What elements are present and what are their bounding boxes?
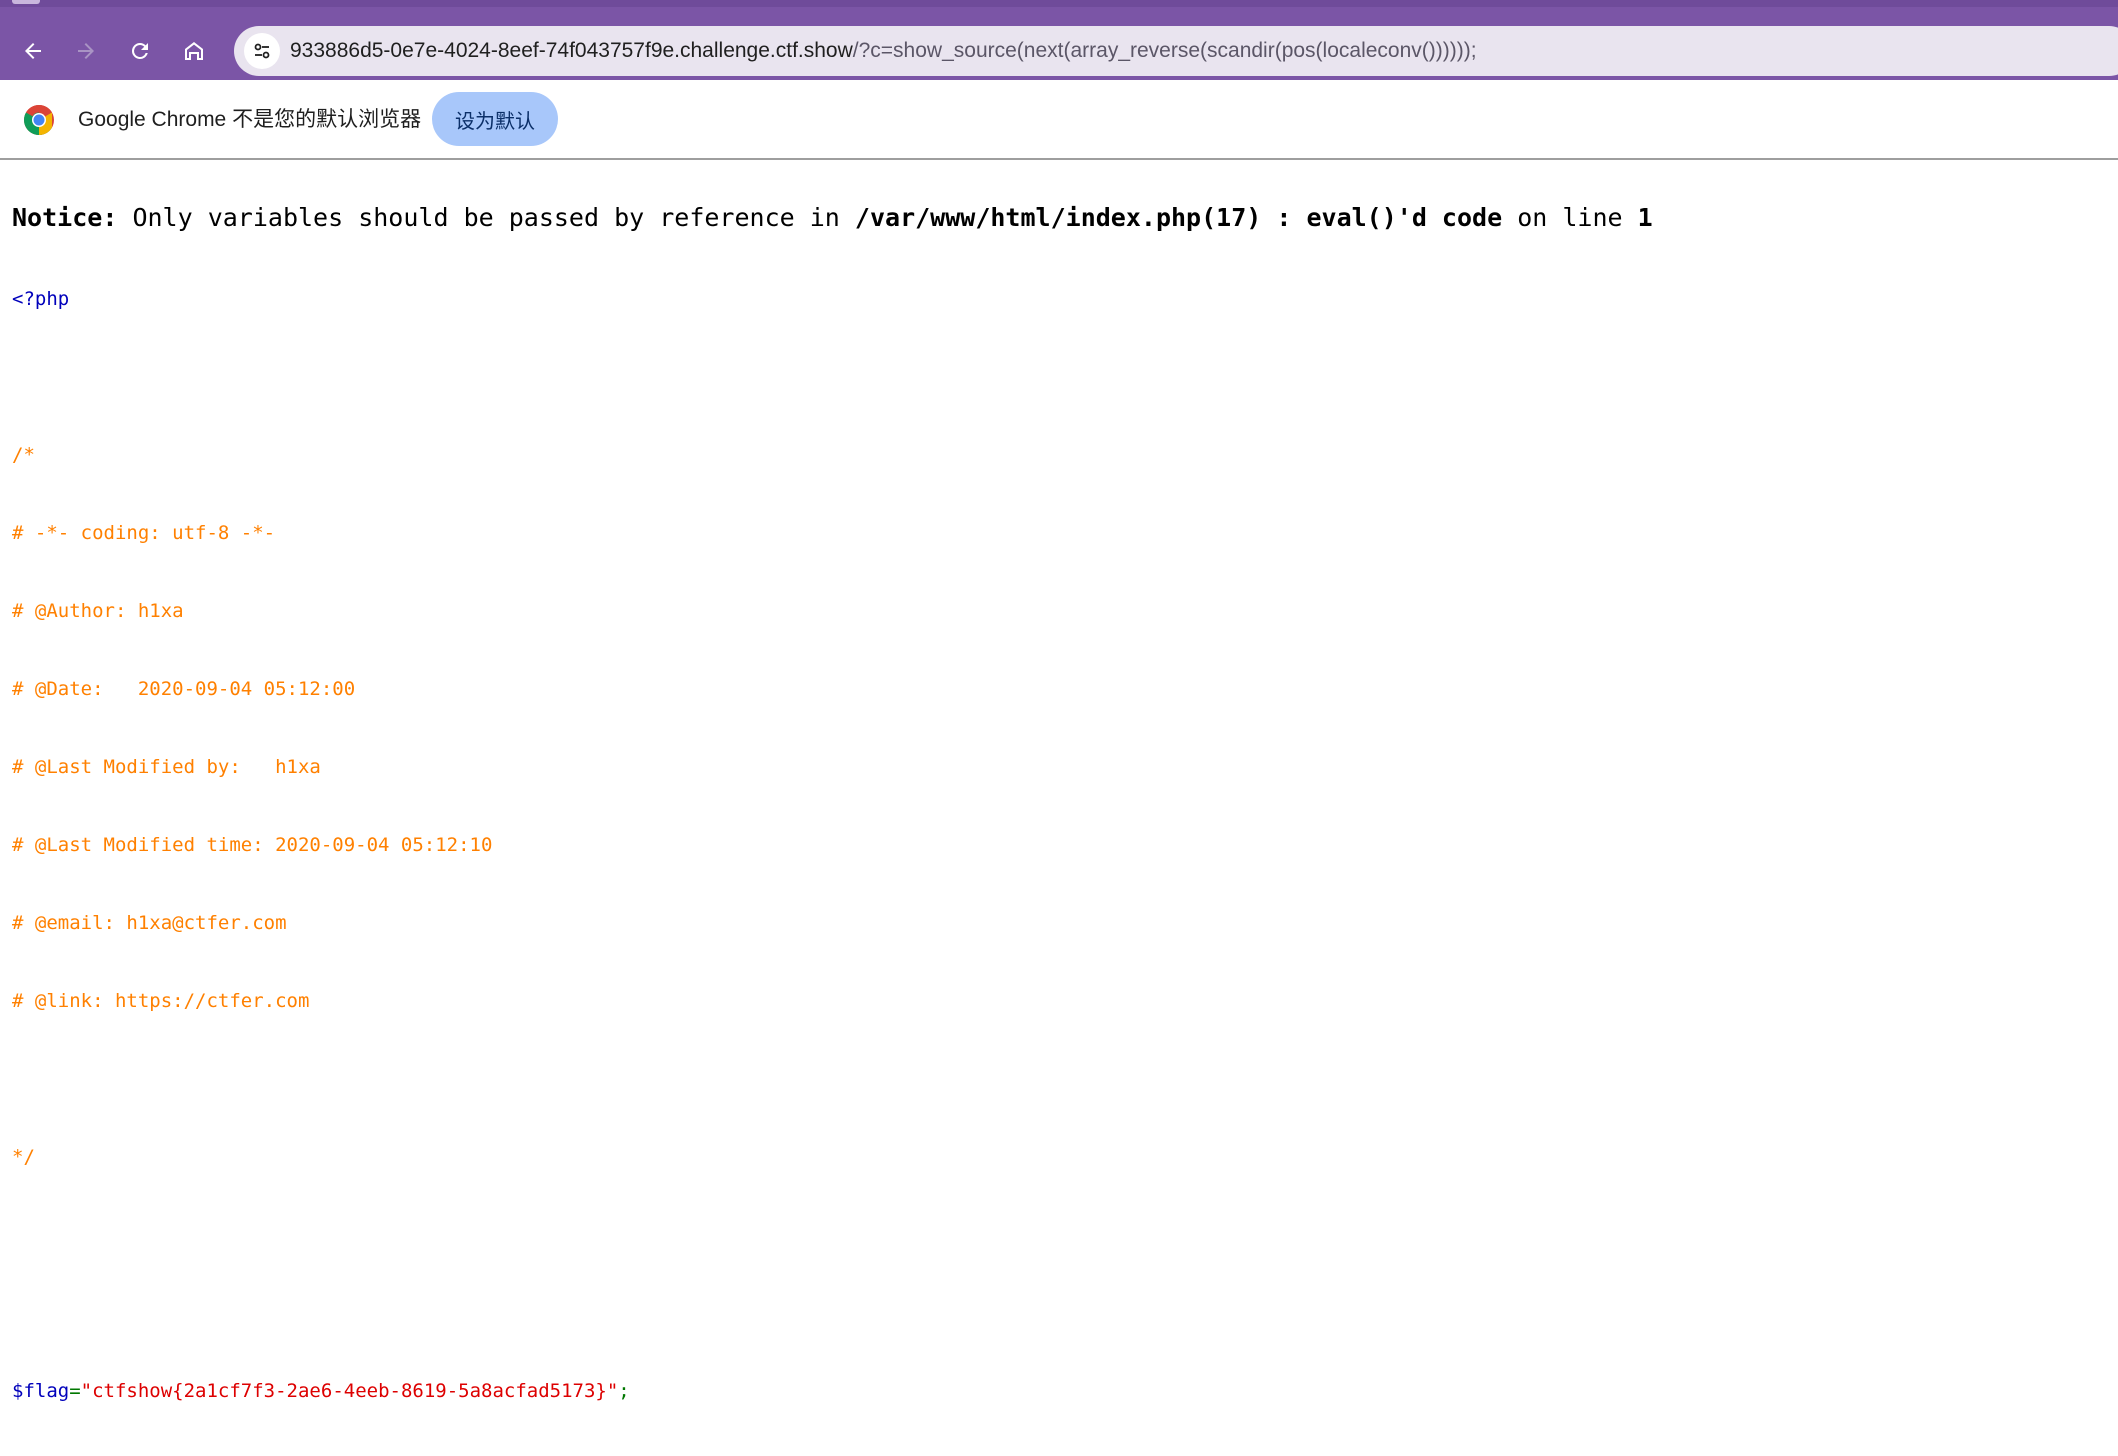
page-content: Notice: Only variables should be passed … [0, 160, 2118, 1402]
php-notice: Notice: Only variables should be passed … [12, 202, 1653, 234]
home-icon [185, 42, 203, 60]
flag-variable: $flag [12, 1380, 70, 1402]
url-host: 933886d5-0e7e-4024-8eef-74f043757f9e.cha… [290, 39, 853, 62]
comment-line [12, 1066, 630, 1092]
flag-value: "ctfshow{2a1cf7f3-2ae6-4eeb-8619-5a8acfa… [80, 1380, 619, 1402]
url-text[interactable]: 933886d5-0e7e-4024-8eef-74f043757f9e.cha… [290, 26, 1477, 76]
notice-message: Only variables should be passed by refer… [132, 203, 840, 232]
tab-edge[interactable] [12, 0, 40, 4]
comment-line: # @email: h1xa@ctfer.com [12, 912, 287, 934]
comment-line: # @Author: h1xa [12, 600, 184, 622]
browser-toolbar: 933886d5-0e7e-4024-8eef-74f043757f9e.cha… [0, 7, 2118, 88]
back-button[interactable] [13, 31, 53, 71]
chrome-logo-icon [23, 105, 54, 136]
arrow-left-icon [25, 43, 41, 59]
source-code: <?php /* # -*- coding: utf-8 -*- # @Auth… [12, 234, 630, 1456]
comment-line: */ [12, 1146, 35, 1168]
address-bar[interactable]: 933886d5-0e7e-4024-8eef-74f043757f9e.cha… [234, 26, 2118, 76]
semicolon: ; [618, 1380, 630, 1402]
notice-colon: : [102, 203, 118, 232]
tab-strip [0, 0, 2118, 7]
notice-on-line: on line [1517, 203, 1623, 232]
reload-icon [132, 42, 148, 59]
assign-operator: = [69, 1380, 81, 1402]
reload-button[interactable] [120, 31, 160, 71]
flag-line: $flag="ctfshow{2a1cf7f3-2ae6-4eeb-8619-5… [12, 1378, 630, 1404]
notice-file: /var/www/html/index.php(17) : eval()'d c… [854, 203, 1503, 232]
comment-line: /* [12, 444, 35, 466]
notice-line-number: 1 [1637, 203, 1653, 232]
tune-icon [254, 43, 270, 59]
comment-line: # @Last Modified time: 2020-09-04 05:12:… [12, 834, 493, 856]
comment-line: # @Date: 2020-09-04 05:12:00 [12, 678, 356, 700]
infobar-message: Google Chrome 不是您的默认浏览器 [78, 108, 422, 131]
notice-label: Notice [12, 203, 103, 232]
arrow-right-icon [78, 43, 94, 59]
forward-button[interactable] [66, 31, 106, 71]
php-open-tag: <?php [12, 288, 70, 310]
default-browser-infobar: Google Chrome 不是您的默认浏览器 设为默认 [0, 80, 2118, 160]
set-default-button[interactable]: 设为默认 [432, 92, 558, 146]
home-button[interactable] [174, 31, 214, 71]
comment-line: # -*- coding: utf-8 -*- [12, 522, 276, 544]
site-info-button[interactable] [244, 33, 280, 69]
comment-line: # @Last Modified by: h1xa [12, 756, 321, 778]
url-path: /?c=show_source(next(array_reverse(scand… [852, 39, 1477, 62]
comment-line: # @link: https://ctfer.com [12, 990, 310, 1012]
